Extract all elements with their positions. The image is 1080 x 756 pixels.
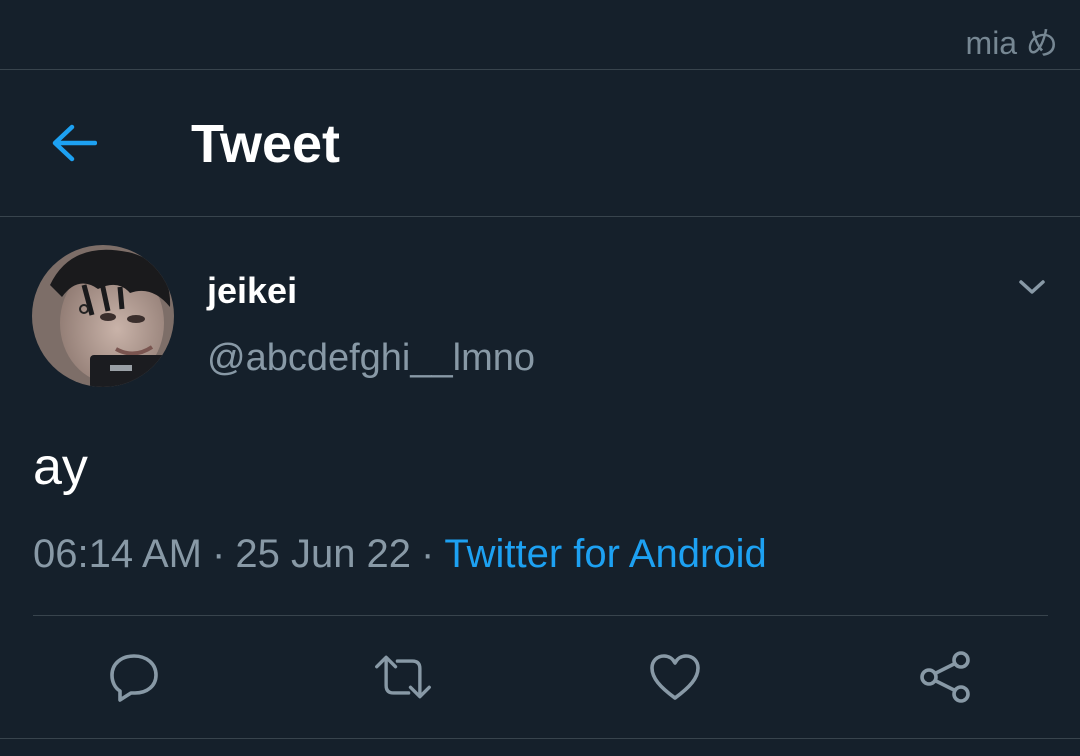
meta-separator: ·: [421, 532, 435, 576]
tweet-metadata: 06:14 AM · 25 Jun 22 · Twitter for Android: [33, 529, 767, 579]
heart-icon: [650, 654, 700, 700]
tweet-detail-screen: mia め Tweet jeikei @abcdefghi__lmno ay 0…: [0, 0, 1080, 756]
share-icon: [920, 651, 970, 703]
tweet-source-link[interactable]: Twitter for Android: [444, 532, 766, 576]
retweet-button[interactable]: [373, 647, 433, 707]
meta-separator: ·: [212, 532, 226, 576]
reply-icon: [110, 654, 158, 702]
retweet-icon: [375, 655, 431, 699]
share-button[interactable]: [915, 647, 975, 707]
chevron-down-icon: [1019, 280, 1045, 294]
arrow-left-icon: [52, 124, 97, 162]
tweet-date: 25 Jun 22: [235, 532, 412, 576]
divider: [33, 615, 1048, 616]
divider: [0, 738, 1080, 739]
page-title: Tweet: [191, 114, 341, 174]
like-button[interactable]: [645, 647, 705, 707]
tweet-time: 06:14 AM: [33, 532, 203, 576]
header-bar: Tweet: [0, 70, 1080, 217]
author-display-name[interactable]: jeikei: [207, 269, 297, 313]
back-button[interactable]: [46, 117, 102, 169]
reply-button[interactable]: [104, 647, 164, 707]
watermark-text: mia め: [965, 25, 1058, 61]
profile-photo: [32, 245, 174, 387]
tweet-text: ay: [33, 438, 88, 496]
author-handle[interactable]: @abcdefghi__lmno: [207, 335, 535, 381]
tweet-actions: [0, 647, 1080, 707]
more-options-button[interactable]: [1014, 269, 1050, 305]
top-strip: mia め: [0, 0, 1080, 70]
avatar[interactable]: [32, 245, 174, 387]
